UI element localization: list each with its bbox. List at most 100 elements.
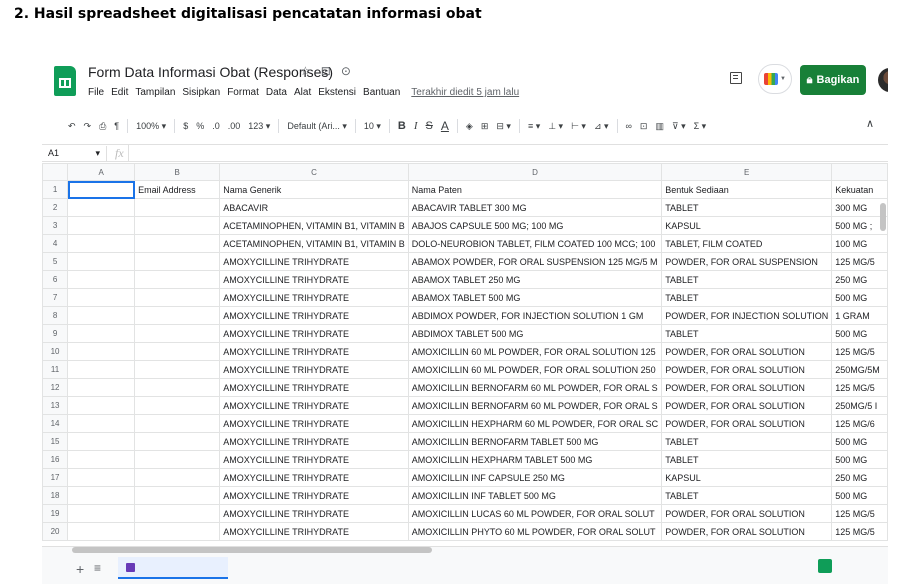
row-header[interactable]: 1 xyxy=(42,180,69,199)
cell-e12[interactable]: POWDER, FOR ORAL SOLUTION xyxy=(661,378,833,397)
cell-e8[interactable]: POWDER, FOR INJECTION SOLUTION xyxy=(661,306,833,325)
cell-b17[interactable] xyxy=(134,468,221,487)
cell-a15[interactable] xyxy=(67,432,136,451)
decrease-decimal-button[interactable]: .0 xyxy=(208,121,224,131)
cell-c7[interactable]: AMOXYCILLINE TRIHYDRATE xyxy=(219,288,409,307)
column-header-c[interactable]: C xyxy=(219,163,409,181)
bold-button[interactable]: B xyxy=(394,120,410,132)
add-sheet-icon[interactable]: + xyxy=(76,561,84,577)
cloud-status-icon[interactable]: ⊙ xyxy=(341,64,351,78)
cell-d9[interactable]: ABDIMOX TABLET 500 MG xyxy=(407,324,663,343)
cell-a16[interactable] xyxy=(67,450,136,469)
undo-icon[interactable]: ↶ xyxy=(64,121,80,132)
menu-tools[interactable]: Alat xyxy=(294,87,311,98)
row-header[interactable]: 7 xyxy=(42,288,69,307)
row-header[interactable]: 11 xyxy=(42,360,69,379)
cell-f10[interactable]: 125 MG/5 xyxy=(831,342,888,361)
cell-c8[interactable]: AMOXYCILLINE TRIHYDRATE xyxy=(219,306,409,325)
cell-b2[interactable] xyxy=(134,198,221,217)
cell-b18[interactable] xyxy=(134,486,221,505)
font-size-select[interactable]: 10 ▾ xyxy=(360,121,385,132)
cell-e2[interactable]: TABLET xyxy=(661,198,833,217)
row-header[interactable]: 20 xyxy=(42,522,69,541)
valign-icon[interactable]: ⊥ ▾ xyxy=(544,121,567,132)
fill-color-icon[interactable]: ◈ xyxy=(462,121,477,132)
cell-f17[interactable]: 250 MG xyxy=(831,468,888,487)
cell-e13[interactable]: POWDER, FOR ORAL SOLUTION xyxy=(661,396,833,415)
menu-insert[interactable]: Sisipkan xyxy=(182,87,220,98)
cell-b4[interactable] xyxy=(134,234,221,253)
cell-c12[interactable]: AMOXYCILLINE TRIHYDRATE xyxy=(219,378,409,397)
row-header[interactable]: 16 xyxy=(42,450,69,469)
row-header[interactable]: 9 xyxy=(42,324,69,343)
column-header-b[interactable]: B xyxy=(134,163,221,181)
cell-b16[interactable] xyxy=(134,450,221,469)
cell-f6[interactable]: 250 MG xyxy=(831,270,888,289)
cell-f19[interactable]: 125 MG/5 xyxy=(831,504,888,523)
cell-e11[interactable]: POWDER, FOR ORAL SOLUTION xyxy=(661,360,833,379)
cell-f7[interactable]: 500 MG xyxy=(831,288,888,307)
cell-b12[interactable] xyxy=(134,378,221,397)
column-header-e[interactable]: E xyxy=(661,163,833,181)
cell-a1[interactable] xyxy=(67,180,136,199)
cell-a3[interactable] xyxy=(67,216,136,235)
cell-f14[interactable]: 125 MG/6 xyxy=(831,414,888,433)
cell-c9[interactable]: AMOXYCILLINE TRIHYDRATE xyxy=(219,324,409,343)
column-header-d[interactable]: D xyxy=(407,163,663,181)
vertical-scrollbar[interactable] xyxy=(880,203,886,231)
cell-d16[interactable]: AMOXICILLIN HEXPHARM TABLET 500 MG xyxy=(407,450,663,469)
document-title[interactable]: Form Data Informasi Obat (Responses) xyxy=(88,64,333,80)
cell-d1[interactable]: Nama Paten xyxy=(407,180,663,199)
font-select[interactable]: Default (Ari... ▾ xyxy=(283,121,351,132)
cell-c11[interactable]: AMOXYCILLINE TRIHYDRATE xyxy=(219,360,409,379)
cell-e4[interactable]: TABLET, FILM COATED xyxy=(661,234,833,253)
sheet-tab[interactable] xyxy=(118,557,228,579)
cell-c19[interactable]: AMOXYCILLINE TRIHYDRATE xyxy=(219,504,409,523)
row-header[interactable]: 13 xyxy=(42,396,69,415)
cell-c13[interactable]: AMOXYCILLINE TRIHYDRATE xyxy=(219,396,409,415)
cell-f13[interactable]: 250MG/5 I xyxy=(831,396,888,415)
cell-b13[interactable] xyxy=(134,396,221,415)
cell-d14[interactable]: AMOXICILLIN HEXPHARM 60 ML POWDER, FOR O… xyxy=(407,414,663,433)
cell-b5[interactable] xyxy=(134,252,221,271)
menu-edit[interactable]: Edit xyxy=(111,87,128,98)
share-button[interactable]: 🔒︎ Bagikan xyxy=(800,65,866,95)
row-header[interactable]: 4 xyxy=(42,234,69,253)
row-header[interactable]: 6 xyxy=(42,270,69,289)
meet-button[interactable]: ▼ xyxy=(758,64,792,94)
cell-d7[interactable]: ABAMOX TABLET 500 MG xyxy=(407,288,663,307)
cell-a9[interactable] xyxy=(67,324,136,343)
cell-b20[interactable] xyxy=(134,522,221,541)
cell-a14[interactable] xyxy=(67,414,136,433)
name-box[interactable]: A1 ▾ xyxy=(42,148,106,159)
cell-b8[interactable] xyxy=(134,306,221,325)
cell-c16[interactable]: AMOXYCILLINE TRIHYDRATE xyxy=(219,450,409,469)
align-icon[interactable]: ≡ ▾ xyxy=(524,121,544,132)
row-header[interactable]: 8 xyxy=(42,306,69,325)
cell-c14[interactable]: AMOXYCILLINE TRIHYDRATE xyxy=(219,414,409,433)
avatar[interactable] xyxy=(878,68,888,92)
cell-f16[interactable]: 500 MG xyxy=(831,450,888,469)
rotate-icon[interactable]: ⊿ ▾ xyxy=(590,121,613,132)
cell-f15[interactable]: 500 MG xyxy=(831,432,888,451)
cell-c2[interactable]: ABACAVIR xyxy=(219,198,409,217)
cell-a6[interactable] xyxy=(67,270,136,289)
zoom-select[interactable]: 100% ▾ xyxy=(132,121,170,132)
cell-a7[interactable] xyxy=(67,288,136,307)
cell-b15[interactable] xyxy=(134,432,221,451)
filter-icon[interactable]: ⊽ ▾ xyxy=(668,121,690,132)
cell-d17[interactable]: AMOXICILLIN INF CAPSULE 250 MG xyxy=(407,468,663,487)
cell-e6[interactable]: TABLET xyxy=(661,270,833,289)
cell-b7[interactable] xyxy=(134,288,221,307)
increase-decimal-button[interactable]: .00 xyxy=(224,121,245,131)
cell-e16[interactable]: TABLET xyxy=(661,450,833,469)
cell-d3[interactable]: ABAJOS CAPSULE 500 MG; 100 MG xyxy=(407,216,663,235)
column-header-a[interactable]: A xyxy=(67,163,136,181)
cell-d4[interactable]: DOLO-NEUROBION TABLET, FILM COATED 100 M… xyxy=(407,234,663,253)
star-icon[interactable]: ☆ xyxy=(300,64,311,78)
cell-c18[interactable]: AMOXYCILLINE TRIHYDRATE xyxy=(219,486,409,505)
cell-f8[interactable]: 1 GRAM xyxy=(831,306,888,325)
functions-icon[interactable]: Σ ▾ xyxy=(690,121,711,132)
cell-d12[interactable]: AMOXICILLIN BERNOFARM 60 ML POWDER, FOR … xyxy=(407,378,663,397)
cell-d8[interactable]: ABDIMOX POWDER, FOR INJECTION SOLUTION 1… xyxy=(407,306,663,325)
